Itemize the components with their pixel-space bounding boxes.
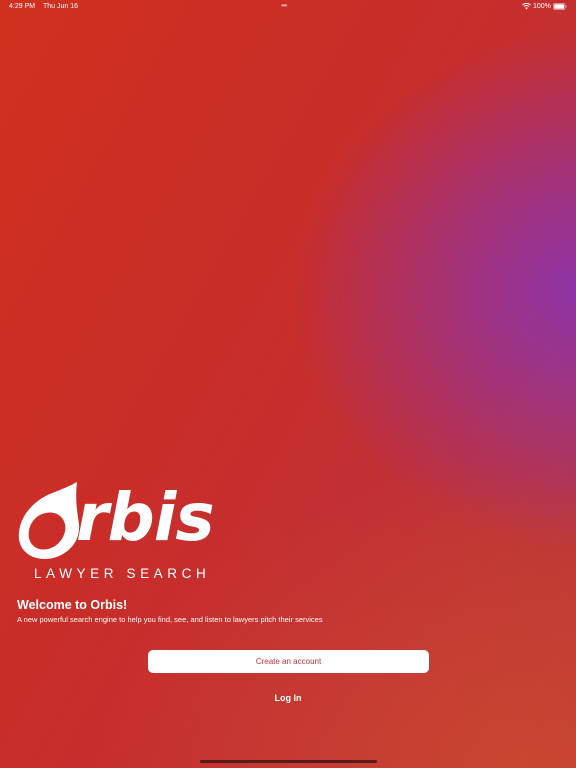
orbis-logo: rbis LAWYER SEARCH bbox=[15, 479, 255, 581]
multitasking-dots-icon[interactable]: ••• bbox=[281, 1, 287, 10]
welcome-title: Welcome to Orbis! bbox=[17, 598, 128, 612]
home-indicator[interactable] bbox=[200, 760, 377, 763]
create-account-button[interactable]: Create an account bbox=[148, 650, 429, 673]
battery-icon bbox=[553, 3, 567, 10]
status-time: 4:29 PM bbox=[9, 3, 36, 10]
status-bar: 4:29 PM Thu Jun 16 ••• 100% bbox=[0, 0, 576, 14]
log-in-button[interactable]: Log In bbox=[238, 690, 338, 706]
battery-percentage: 100% bbox=[533, 3, 551, 10]
status-date: Thu Jun 16 bbox=[43, 3, 79, 10]
logo-wordmark: rbis bbox=[76, 479, 215, 556]
logo-tagline: LAWYER SEARCH bbox=[34, 566, 211, 581]
welcome-subtitle: A new powerful search engine to help you… bbox=[17, 615, 323, 624]
wifi-icon bbox=[522, 3, 531, 10]
